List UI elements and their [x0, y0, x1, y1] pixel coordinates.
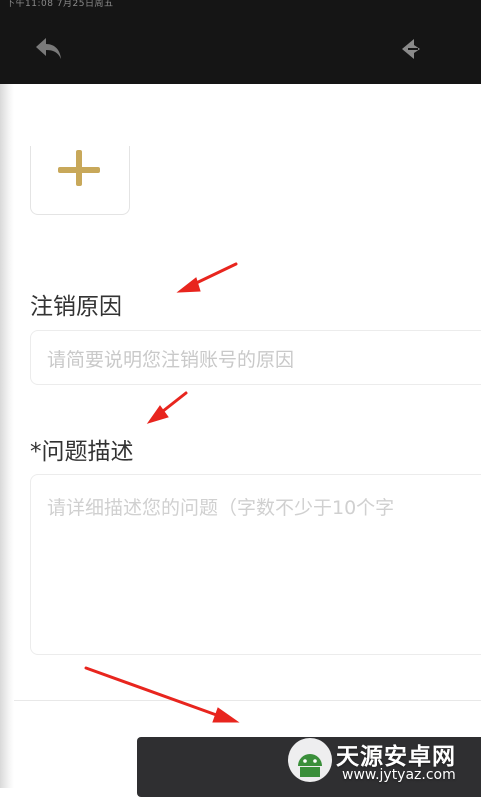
annotation-arrowhead: [212, 707, 240, 723]
annotation-arrows: [84, 262, 240, 723]
watermark-name: 天源安卓网: [336, 744, 456, 770]
android-logo-icon: [288, 738, 332, 782]
annotation-arrowhead: [176, 277, 201, 293]
watermark: 天源安卓网 www.jytyaz.com: [286, 734, 481, 788]
watermark-url: www.jytyaz.com: [342, 767, 456, 783]
annotation-arrow: [84, 666, 224, 719]
